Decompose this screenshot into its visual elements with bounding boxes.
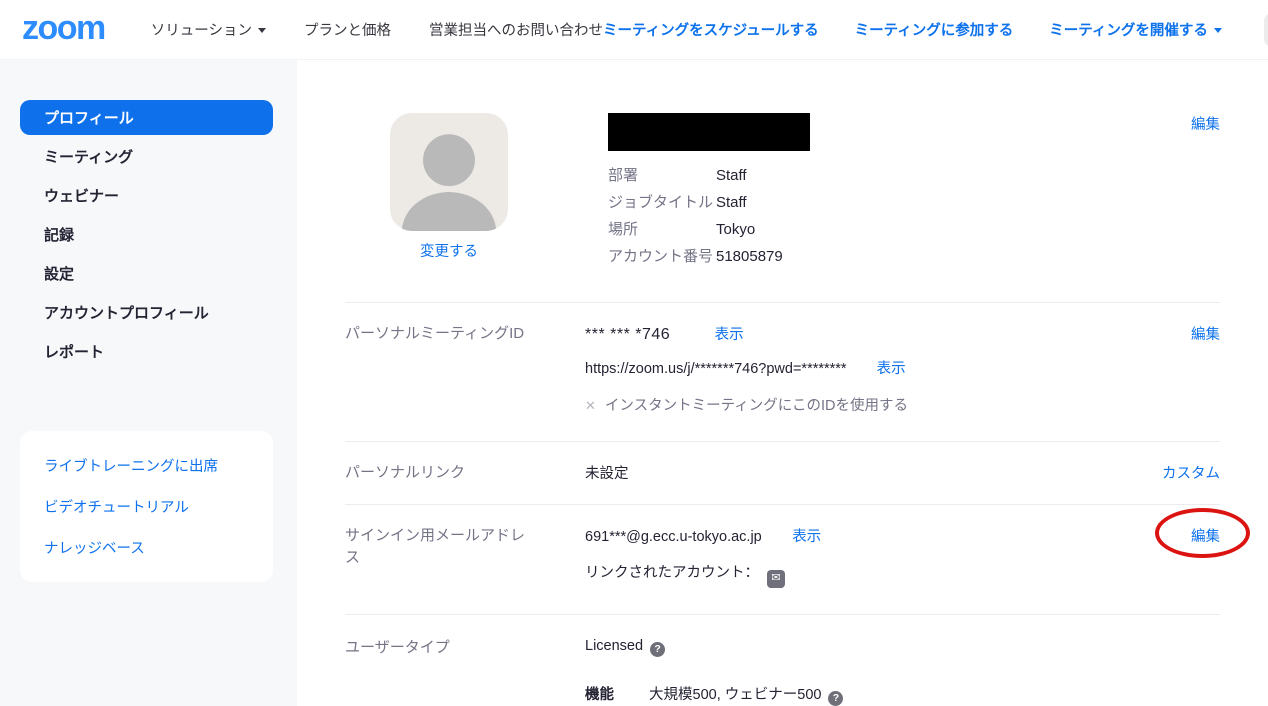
attend-live-training-link[interactable]: ライブトレーニングに出席 <box>20 445 273 486</box>
feature-value: 大規模500, ウェビナー500 <box>649 687 821 703</box>
field-label: ジョブタイトル <box>608 193 716 212</box>
pmi-values: *** *** *746 表示 https://zoom.us/j/******… <box>585 323 1128 415</box>
pmi-instant-option[interactable]: インスタントミーティングにこのIDを使用する <box>605 398 908 414</box>
nav-plans-pricing[interactable]: プランと価格 <box>304 19 391 40</box>
help-icon[interactable]: ? <box>650 642 665 657</box>
user-avatar[interactable] <box>1264 13 1268 47</box>
field-label: アカウント番号 <box>608 247 716 266</box>
sidebar-item-reports[interactable]: レポート <box>20 334 273 369</box>
schedule-meeting-label: ミーティングをスケジュールする <box>603 23 819 39</box>
show-email-link[interactable]: 表示 <box>792 529 821 545</box>
personal-link-section: パーソナルリンク 未設定 カスタム <box>345 441 1220 504</box>
edit-profile-link[interactable]: 編集 <box>1191 117 1220 133</box>
nav-contact-sales[interactable]: 営業担当へのお問い合わせ <box>429 19 603 40</box>
linked-accounts-label: リンクされたアカウント： <box>585 565 759 581</box>
sidebar-item-settings[interactable]: 設定 <box>20 256 273 291</box>
field-value: Staff <box>716 193 747 212</box>
profile-field-job-title: ジョブタイトル Staff <box>608 193 1128 212</box>
user-type-values: Licensed? 機能 大規模500, ウェビナー500? <box>585 637 1128 706</box>
zoom-logo[interactable]: zoom <box>22 11 105 45</box>
sidebar-item-recordings[interactable]: 記録 <box>20 217 273 252</box>
nav-plans-pricing-label: プランと価格 <box>304 23 391 39</box>
show-pmi-url-link[interactable]: 表示 <box>877 361 906 377</box>
join-meeting-label: ミーティングに参加する <box>855 23 1014 39</box>
sidebar-item-meetings[interactable]: ミーティング <box>20 139 273 174</box>
nav-contact-sales-label: 営業担当へのお問い合わせ <box>429 23 603 39</box>
profile-avatar[interactable] <box>390 113 508 231</box>
help-card: ライブトレーニングに出席 ビデオチュートリアル ナレッジベース <box>20 431 273 582</box>
profile-section: 変更する 部署 Staff ジョブタイトル Staff 場所 Tokyo アカウ… <box>345 60 1220 302</box>
video-tutorials-link[interactable]: ビデオチュートリアル <box>20 486 273 527</box>
host-meeting-label: ミーティングを開催する <box>1049 23 1208 39</box>
pmi-url: https://zoom.us/j/*******746?pwd=*******… <box>585 361 847 377</box>
profile-page: 変更する 部署 Staff ジョブタイトル Staff 場所 Tokyo アカウ… <box>297 60 1268 706</box>
sidebar-item-account-profile[interactable]: アカウントプロフィール <box>20 295 273 330</box>
sign-in-email-label: サインイン用メールアドレス <box>345 525 585 588</box>
profile-field-department: 部署 Staff <box>608 166 1128 185</box>
header-nav: ソリューション プランと価格 営業担当へのお問い合わせ <box>151 19 603 40</box>
knowledge-base-link[interactable]: ナレッジベース <box>20 527 273 568</box>
pmi-label: パーソナルミーティングID <box>345 323 585 415</box>
edit-email-link[interactable]: 編集 <box>1191 529 1220 545</box>
feature-label: 機能 <box>585 683 645 704</box>
customize-personal-link[interactable]: カスタム <box>1162 466 1220 482</box>
profile-details: 部署 Staff ジョブタイトル Staff 場所 Tokyo アカウント番号 … <box>608 113 1128 274</box>
edit-pmi-link[interactable]: 編集 <box>1191 327 1220 343</box>
field-value: Tokyo <box>716 220 755 239</box>
show-pmi-link[interactable]: 表示 <box>715 327 744 343</box>
sidebar-item-profile[interactable]: プロフィール <box>20 100 273 135</box>
sign-in-email-values: 691***@g.ecc.u-tokyo.ac.jp 表示 リンクされたアカウン… <box>585 525 1128 588</box>
help-icon[interactable]: ? <box>828 691 843 706</box>
schedule-meeting-link[interactable]: ミーティングをスケジュールする <box>603 19 819 40</box>
person-icon <box>1264 13 1268 47</box>
profile-field-account-no: アカウント番号 51805879 <box>608 247 1128 266</box>
pmi-actions: 編集 <box>1128 323 1220 415</box>
chevron-down-icon <box>1214 28 1222 33</box>
field-label: 部署 <box>608 166 716 185</box>
user-type-label: ユーザータイプ <box>345 637 585 706</box>
host-meeting-link[interactable]: ミーティングを開催する <box>1049 19 1222 40</box>
change-avatar-link[interactable]: 変更する <box>420 240 478 261</box>
x-icon <box>585 398 596 413</box>
profile-field-location: 場所 Tokyo <box>608 220 1128 239</box>
redacted-name <box>608 113 810 151</box>
mail-icon[interactable] <box>767 570 785 588</box>
personal-link-actions: カスタム <box>1128 462 1220 484</box>
sign-in-email-value: 691***@g.ecc.u-tokyo.ac.jp <box>585 529 762 545</box>
nav-solutions[interactable]: ソリューション <box>151 19 266 40</box>
sidebar-item-webinars[interactable]: ウェビナー <box>20 178 273 213</box>
pmi-section: パーソナルミーティングID *** *** *746 表示 https://zo… <box>345 302 1220 441</box>
field-value: Staff <box>716 166 747 185</box>
chevron-down-icon <box>258 28 266 33</box>
personal-link-value-col: 未設定 <box>585 462 1128 484</box>
user-type-value: Licensed <box>585 638 643 654</box>
pmi-value: *** *** *746 <box>585 326 670 343</box>
user-type-actions <box>1128 637 1220 706</box>
sign-in-email-actions: 編集 <box>1128 525 1220 588</box>
join-meeting-link[interactable]: ミーティングに参加する <box>855 19 1014 40</box>
field-label: 場所 <box>608 220 716 239</box>
personal-link-label: パーソナルリンク <box>345 462 585 484</box>
nav-solutions-label: ソリューション <box>151 23 252 39</box>
top-header: zoom ソリューション プランと価格 営業担当へのお問い合わせ ミーティングを… <box>0 0 1268 60</box>
personal-link-value: 未設定 <box>585 466 629 482</box>
person-icon <box>390 113 508 231</box>
header-actions: ミーティングをスケジュールする ミーティングに参加する ミーティングを開催する <box>603 13 1268 47</box>
user-type-section: ユーザータイプ Licensed? 機能 大規模500, ウェビナー500? <box>345 614 1220 706</box>
avatar-block: 変更する <box>375 113 523 274</box>
field-value: 51805879 <box>716 247 783 266</box>
sign-in-email-section: サインイン用メールアドレス 691***@g.ecc.u-tokyo.ac.jp… <box>345 504 1220 614</box>
sidebar: プロフィール ミーティング ウェビナー 記録 設定 アカウントプロフィール レポ… <box>0 60 297 706</box>
profile-actions: 編集 <box>1128 113 1220 274</box>
